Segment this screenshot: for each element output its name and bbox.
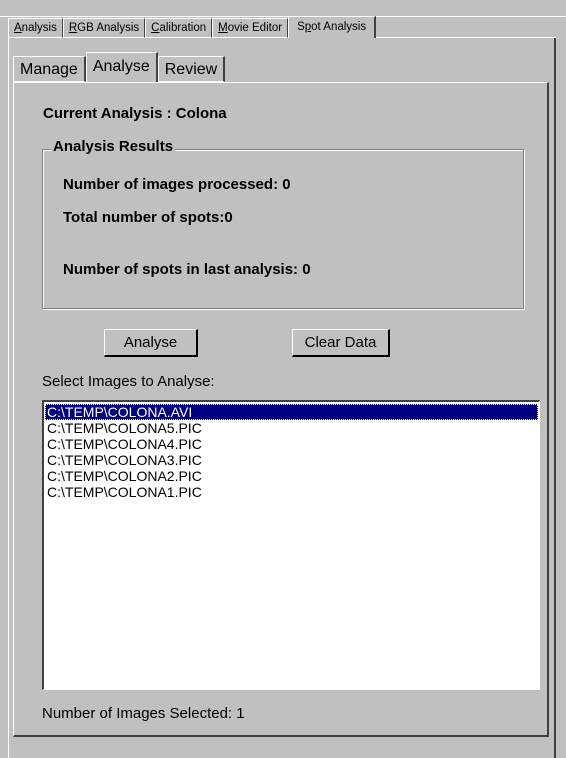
images-processed-text: Number of images processed: 0 [63,176,291,193]
analysis-results-group [42,149,524,309]
tab-review[interactable]: Review [157,56,226,82]
spots-last-analysis-text: Number of spots in last analysis: 0 [63,261,311,278]
tab-calibration[interactable]: Calibration [145,18,213,38]
list-item[interactable]: C:\TEMP\COLONA.AVI [45,404,538,420]
analyse-page: Current Analysis : Colona Analysis Resul… [13,82,549,737]
tab-bar-filler [376,15,556,38]
analyse-button[interactable]: Analyse [104,329,198,357]
tab-analyse[interactable]: Analyse [85,52,158,82]
total-spots-text: Total number of spots:0 [63,209,233,226]
inner-tab-bar: Manage Analyse Review [13,52,226,82]
list-item[interactable]: C:\TEMP\COLONA1.PIC [45,484,538,500]
tab-manage[interactable]: Manage [13,56,86,82]
tab-movie-editor[interactable]: Movie Editor [212,18,289,38]
tab-analysis[interactable]: Analysis [8,18,63,38]
tab-spot-analysis[interactable]: Spot Analysis [288,16,377,38]
current-analysis-label: Current Analysis : Colona [43,105,227,122]
list-item[interactable]: C:\TEMP\COLONA5.PIC [45,420,538,436]
select-images-label: Select Images to Analyse: [42,373,215,390]
spot-analysis-panel: Manage Analyse Review Current Analysis :… [8,38,556,758]
outer-tab-bar: Analysis RGB Analysis Calibration Movie … [8,16,556,38]
list-item[interactable]: C:\TEMP\COLONA2.PIC [45,468,538,484]
images-selected-count: Number of Images Selected: 1 [42,705,245,722]
images-listbox[interactable]: C:\TEMP\COLONA.AVI C:\TEMP\COLONA5.PIC C… [42,400,540,690]
tab-rgb-analysis[interactable]: RGB Analysis [62,18,146,38]
list-item[interactable]: C:\TEMP\COLONA3.PIC [45,452,538,468]
clear-data-button[interactable]: Clear Data [292,329,390,357]
analysis-results-label: Analysis Results [51,138,176,155]
list-item[interactable]: C:\TEMP\COLONA4.PIC [45,436,538,452]
